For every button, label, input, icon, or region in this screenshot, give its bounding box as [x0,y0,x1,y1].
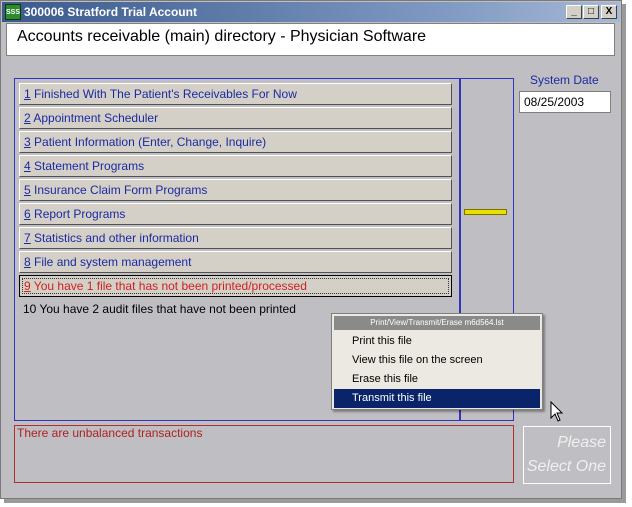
menu-button-2[interactable]: 2 Appointment Scheduler [19,107,452,129]
view-file-item[interactable]: View this file on the screen [334,351,540,370]
menu-number: 2 [24,111,31,125]
menu-label: Patient Information (Enter, Change, Inqu… [30,135,267,149]
menu-button-9-unprinted-file[interactable]: 9 You have 1 file that has not been prin… [19,275,452,297]
transmit-file-item[interactable]: Transmit this file [334,389,540,408]
menu-label: File and system management [30,255,192,269]
context-menu: Print/View/Transmit/Erase m6d564.lst Pri… [331,313,543,410]
title-bar[interactable]: SSS 300006 Stratford Trial Account _ □ X [2,2,620,22]
maximize-button[interactable]: □ [583,5,599,19]
menu-number: 5 [24,183,31,197]
menu-number: 3 [24,135,31,149]
please-line: Please [557,434,606,451]
please-select-one-label: Please Select One [524,431,610,479]
menu-number: 10 [23,302,37,316]
menu-label: Insurance Claim Form Programs [30,183,208,197]
menu-number: 8 [24,255,31,269]
system-date-field[interactable]: 08/25/2003 [519,91,611,113]
menu-button-3[interactable]: 3 Patient Information (Enter, Change, In… [19,131,452,153]
app-icon[interactable]: SSS [5,4,21,20]
menu-number: 7 [24,231,31,245]
mouse-cursor-icon [550,401,564,422]
menu-button-8[interactable]: 8 File and system management [19,251,452,273]
menu-button-7[interactable]: 7 Statistics and other information [19,227,452,249]
menu-number: 4 [24,159,31,173]
menu-label: You have 2 audit files that have not bee… [36,302,296,316]
print-file-item[interactable]: Print this file [334,332,540,351]
menu-number: 1 [24,87,31,101]
window-title: 300006 Stratford Trial Account [24,5,197,19]
menu-button-6[interactable]: 6 Report Programs [19,203,452,225]
focus-outline [22,278,449,294]
menu-label: Statistics and other information [30,231,199,245]
system-date-label: System Date [530,73,599,87]
status-message: There are unbalanced transactions [17,426,203,440]
menu-button-1[interactable]: 1 Finished With The Patient's Receivable… [19,83,452,105]
menu-button-4[interactable]: 4 Statement Programs [19,155,452,177]
menu-number: 6 [24,207,31,221]
menu-label: Statement Programs [30,159,145,173]
menu-label: Appointment Scheduler [30,111,159,125]
page-title: Accounts receivable (main) directory - P… [17,28,427,45]
menu-label: Finished With The Patient's Receivables … [30,87,297,101]
select-one-line: Select One [526,458,606,475]
close-button[interactable]: X [601,5,617,19]
page-header: Accounts receivable (main) directory - P… [6,23,615,56]
please-select-one-button[interactable]: Please Select One [523,426,611,484]
menu-label: Report Programs [30,207,126,221]
context-menu-title: Print/View/Transmit/Erase m6d564.lst [334,316,540,330]
selection-indicator [464,209,507,215]
minimize-button[interactable]: _ [566,5,582,19]
erase-file-item[interactable]: Erase this file [334,370,540,389]
menu-button-5[interactable]: 5 Insurance Claim Form Programs [19,179,452,201]
app-window: SSS 300006 Stratford Trial Account _ □ X… [0,0,622,499]
